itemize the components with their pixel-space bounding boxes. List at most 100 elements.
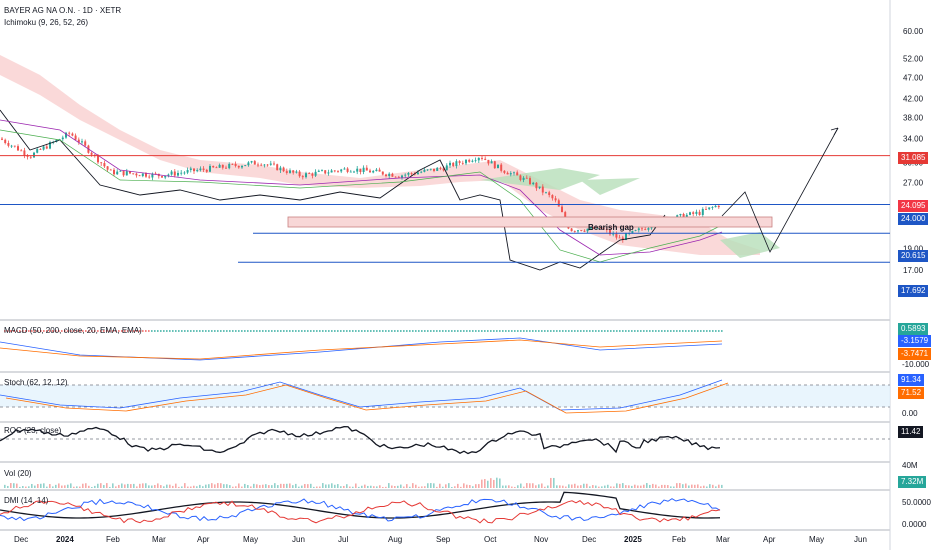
- macd-histogram-bar: [676, 330, 678, 332]
- stoch-title[interactable]: Stoch (62, 12, 12): [4, 378, 68, 387]
- volume-bar: [394, 486, 396, 488]
- macd-histogram-bar: [367, 330, 369, 332]
- candle-body: [276, 164, 279, 171]
- vol-title[interactable]: Vol (20): [4, 469, 32, 478]
- volume-bar: [124, 484, 126, 488]
- volume-bar: [316, 486, 318, 488]
- ichimoku-label[interactable]: Ichimoku (9, 26, 52, 26): [4, 18, 88, 27]
- time-axis-tick: Apr: [197, 535, 210, 544]
- macd-histogram-bar: [289, 330, 291, 332]
- candle-body: [474, 160, 477, 162]
- volume-bar: [208, 484, 210, 488]
- macd-histogram-bar: [388, 330, 390, 332]
- candle-body: [388, 173, 391, 177]
- roc-title[interactable]: ROC (23, close): [4, 426, 61, 435]
- candle-body: [385, 174, 387, 177]
- candle-body: [29, 156, 32, 158]
- macd-histogram-bar: [424, 330, 426, 332]
- volume-bar: [142, 483, 144, 488]
- candle-body: [577, 230, 579, 232]
- volume-bar: [676, 483, 678, 488]
- candle-body: [333, 170, 336, 172]
- volume-bar: [274, 483, 276, 488]
- candle-body: [570, 228, 573, 232]
- volume-bar: [568, 484, 570, 488]
- macd-histogram-bar: [616, 330, 618, 332]
- macd-histogram-bar: [328, 330, 330, 332]
- volume-bar: [634, 484, 636, 488]
- volume-bar: [187, 486, 189, 488]
- volume-bar: [400, 484, 402, 488]
- volume-bar: [538, 484, 540, 488]
- candle-body: [711, 207, 714, 208]
- volume-bar: [337, 484, 339, 488]
- macd-histogram-bar: [298, 330, 300, 332]
- macd-histogram-bar: [253, 330, 255, 332]
- candle-body: [503, 170, 506, 173]
- volume-bar: [148, 485, 150, 488]
- macd-histogram-bar: [379, 330, 381, 332]
- macd-histogram-bar: [634, 330, 636, 332]
- price-axis-tick: 38.00: [903, 114, 924, 123]
- volume-bar: [85, 483, 87, 488]
- volume-bar: [682, 484, 684, 488]
- volume-bar: [481, 479, 483, 488]
- macd-axis-label: -10.000: [902, 360, 930, 369]
- candle-body: [420, 171, 423, 173]
- volume-bar: [721, 484, 723, 488]
- volume-bar: [517, 485, 519, 488]
- candle-body: [580, 230, 583, 232]
- macd-histogram-bar: [535, 330, 537, 332]
- time-axis-tick: 2025: [624, 535, 642, 544]
- volume-bar: [268, 485, 270, 488]
- macd-histogram-bar: [559, 330, 561, 332]
- volume-bar: [61, 485, 63, 488]
- bearish-gap-annotation: Bearish gap: [588, 223, 634, 232]
- volume-bar: [355, 483, 357, 488]
- chart-canvas[interactable]: 60.0052.0047.0042.0038.0034.0030.0027.00…: [0, 0, 932, 550]
- volume-bar: [424, 486, 426, 488]
- candle-body: [141, 173, 144, 177]
- macd-histogram-bar: [553, 330, 555, 332]
- candle-body: [477, 157, 480, 161]
- candle-body: [68, 132, 71, 134]
- volume-bar: [367, 485, 369, 488]
- macd-histogram-bar: [280, 330, 282, 332]
- macd-histogram-bar: [361, 330, 363, 332]
- volume-bar: [421, 486, 423, 488]
- price-axis-tick: 17.00: [903, 266, 924, 275]
- candle-body: [532, 182, 535, 185]
- volume-bar: [526, 483, 528, 488]
- candle-body: [327, 172, 330, 174]
- candle-body: [513, 172, 515, 174]
- candle-body: [353, 171, 355, 173]
- candle-body: [391, 173, 394, 177]
- volume-bar: [574, 483, 576, 488]
- macd-histogram-bar: [436, 330, 438, 332]
- macd-histogram-bar: [394, 330, 396, 332]
- macd-title[interactable]: MACD (50, 200, close, 20, EMA, EMA): [4, 326, 142, 335]
- macd-histogram-bar: [604, 330, 606, 332]
- volume-bar: [712, 484, 714, 488]
- volume-bar: [655, 484, 657, 488]
- volume-bar: [628, 485, 630, 488]
- candle-body: [308, 173, 311, 174]
- volume-bar: [703, 485, 705, 488]
- candle-body: [644, 229, 647, 230]
- macd-histogram-bar: [427, 330, 429, 332]
- candle-body: [545, 192, 547, 194]
- volume-bar: [691, 484, 693, 488]
- volume-bar: [94, 485, 96, 488]
- candle-body: [481, 157, 483, 159]
- tag-24000: 24.000: [898, 213, 929, 225]
- candle-body: [548, 192, 551, 196]
- dmi-title[interactable]: DMI (14, 14): [4, 496, 48, 505]
- volume-bar: [415, 484, 417, 488]
- macd-histogram-bar: [418, 330, 420, 332]
- macd-histogram-bar: [229, 330, 231, 332]
- macd-histogram-bar: [709, 330, 711, 332]
- volume-bar: [199, 484, 201, 488]
- volume-bar: [616, 483, 618, 488]
- volume-bar: [349, 486, 351, 488]
- volume-bar: [190, 486, 192, 488]
